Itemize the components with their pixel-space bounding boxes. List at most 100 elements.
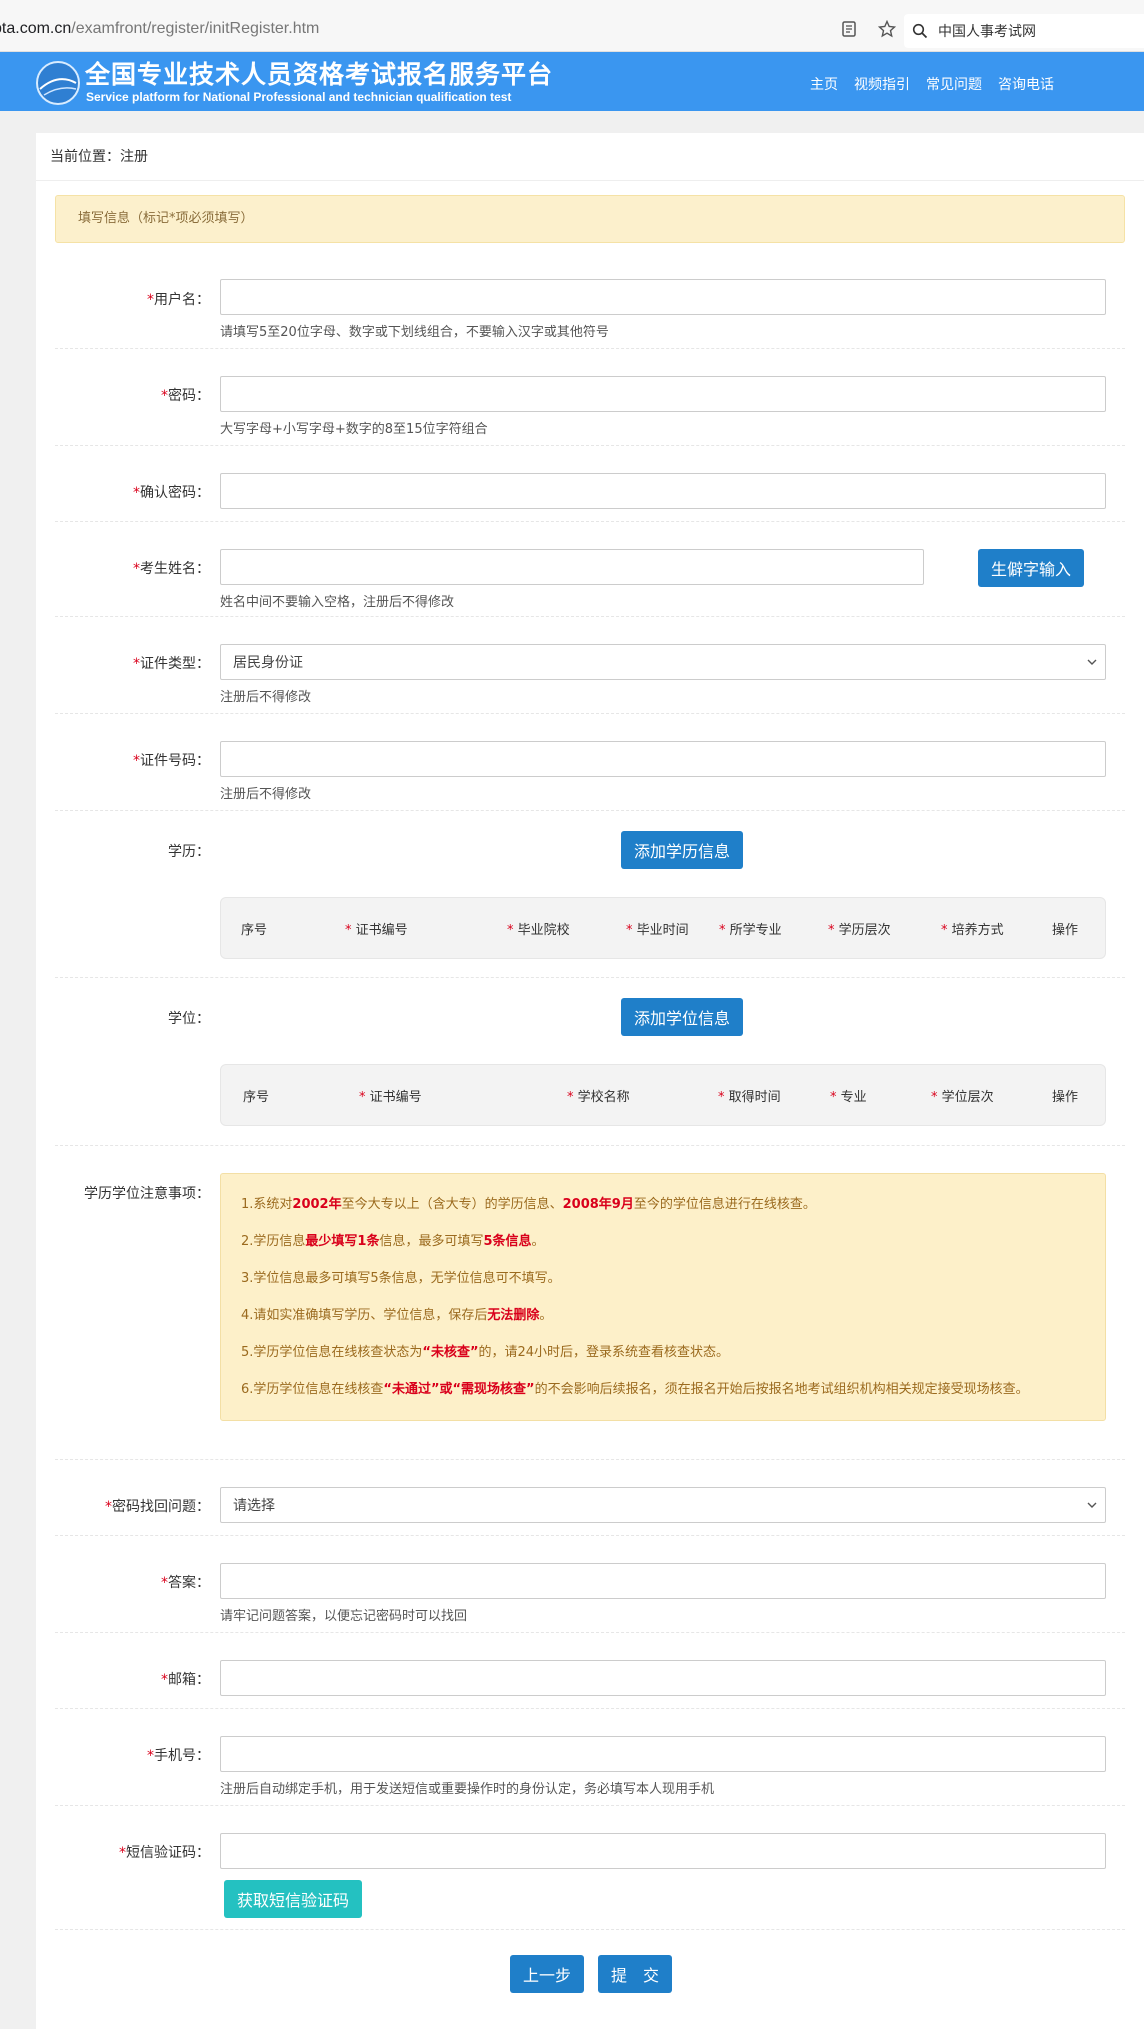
password-input[interactable] <box>220 376 1106 412</box>
edu-col-cert: * 证书编号 <box>345 923 408 938</box>
site-subtitle: Service platform for National Profession… <box>86 90 512 104</box>
confirm-password-label: *确认密码： <box>133 485 210 501</box>
answer-help: 请牢记问题答案，以便忘记密码时可以找回 <box>220 1609 468 1624</box>
answer-label: *答案： <box>161 1575 210 1591</box>
add-education-button[interactable]: 添加学历信息 <box>621 831 743 869</box>
deg-col-cert: * 证书编号 <box>359 1090 422 1105</box>
name-help: 姓名中间不要输入空格，注册后不得修改 <box>220 595 455 610</box>
education-row: 学历： 添加学历信息 序号 * 证书编号 * 毕业院校 * 毕业时间 * 所学专… <box>55 811 1125 978</box>
get-sms-code-button[interactable]: 获取短信验证码 <box>224 1880 362 1918</box>
id-type-select[interactable]: 居民身份证 <box>220 644 1106 680</box>
education-notes-row: 学历学位注意事项： 1.系统对2002年至今大专以上（含大专）的学历信息、200… <box>55 1146 1125 1460</box>
chevron-down-icon <box>1087 1502 1097 1508</box>
phone-label: *手机号： <box>147 1748 210 1764</box>
degree-label: 学位： <box>168 1011 210 1027</box>
edu-col-level: * 学历层次 <box>828 923 891 938</box>
phone-help: 注册后自动绑定手机，用于发送短信或重要操作时的身份认定，务必填写本人现用手机 <box>220 1782 715 1797</box>
answer-input[interactable] <box>220 1563 1106 1599</box>
username-help: 请填写5至20位字母、数字或下划线组合，不要输入汉字或其他符号 <box>220 325 609 340</box>
id-number-row: *证件号码： 注册后不得修改 <box>55 714 1125 811</box>
email-row: *邮箱： <box>55 1633 1125 1709</box>
rare-character-input-button[interactable]: 生僻字输入 <box>978 549 1084 587</box>
id-type-selected: 居民身份证 <box>233 655 303 671</box>
answer-row: *答案： 请牢记问题答案，以便忘记密码时可以找回 <box>55 1536 1125 1633</box>
education-notes-label: 学历学位注意事项： <box>84 1186 210 1202</box>
edu-col-index: 序号 <box>241 923 268 938</box>
id-number-help: 注册后不得修改 <box>220 787 312 802</box>
edu-col-mode: * 培养方式 <box>941 923 1004 938</box>
browser-search-input[interactable]: 中国人事考试网 <box>904 14 1144 48</box>
main-nav: 主页 视频指引 常见问题 咨询电话 <box>810 74 1054 94</box>
edu-col-action: 操作 <box>1052 923 1079 938</box>
deg-col-date: * 取得时间 <box>718 1090 781 1105</box>
bookmark-star-icon[interactable] <box>877 19 897 38</box>
email-label: *邮箱： <box>161 1672 210 1688</box>
site-header: 全国专业技术人员资格考试报名服务平台 Service platform for … <box>0 52 1144 111</box>
security-question-select[interactable]: 请选择 <box>220 1487 1106 1523</box>
education-notes-box: 1.系统对2002年至今大专以上（含大专）的学历信息、2008年9月至今的学位信… <box>220 1173 1106 1421</box>
confirm-password-row: *确认密码： <box>55 446 1125 522</box>
security-question-selected: 请选择 <box>233 1498 275 1514</box>
sms-code-input[interactable] <box>220 1833 1106 1869</box>
prev-step-button[interactable]: 上一步 <box>510 1955 584 1993</box>
id-type-label: *证件类型： <box>133 656 210 672</box>
browser-toolbar: pta.com.cn/examfront/register/initRegist… <box>0 0 1144 52</box>
nav-home[interactable]: 主页 <box>810 74 838 94</box>
main-content: 当前位置：注册 填写信息（标记*项必须填写） *用户名： 请填写5至20位字母、… <box>36 133 1144 2029</box>
form-notice: 填写信息（标记*项必须填写） <box>55 195 1125 243</box>
deg-col-major: * 专业 <box>830 1090 867 1105</box>
note-3: 3.学位信息最多可填写5条信息，无学位信息可不填写。 <box>241 1271 561 1286</box>
sms-code-label: *短信验证码： <box>119 1845 210 1861</box>
nav-hotline[interactable]: 咨询电话 <box>998 74 1054 94</box>
edu-col-grad-date: * 毕业时间 <box>626 923 689 938</box>
name-row: *考生姓名： 生僻字输入 姓名中间不要输入空格，注册后不得修改 <box>55 522 1125 617</box>
submit-button[interactable]: 提 交 <box>598 1955 672 1993</box>
id-number-input[interactable] <box>220 741 1106 777</box>
security-question-row: *密码找回问题： 请选择 <box>55 1460 1125 1536</box>
url-host: pta.com.cn <box>0 20 72 37</box>
phone-input[interactable] <box>220 1736 1106 1772</box>
deg-col-index: 序号 <box>243 1090 270 1105</box>
degree-table-header: 序号 * 证书编号 * 学校名称 * 取得时间 * 专业 * 学位层次 操作 <box>220 1064 1106 1126</box>
name-label: *考生姓名： <box>133 561 210 577</box>
note-6: 6.学历学位信息在线核查“未通过”或“需现场核查”的不会影响后续报名，须在报名开… <box>241 1382 1029 1397</box>
password-row: *密码： 大写字母+小写字母+数字的8至15位字符组合 <box>55 349 1125 446</box>
id-type-help: 注册后不得修改 <box>220 690 312 705</box>
note-5: 5.学历学位信息在线核查状态为“未核查”的，请24小时后，登录系统查看核查状态。 <box>241 1345 730 1360</box>
search-text: 中国人事考试网 <box>938 24 1036 40</box>
breadcrumb: 当前位置：注册 <box>36 133 1144 181</box>
education-label: 学历： <box>168 844 210 860</box>
chevron-down-icon <box>1087 659 1097 665</box>
username-label: *用户名： <box>147 292 210 308</box>
site-title: 全国专业技术人员资格考试报名服务平台 <box>85 60 554 89</box>
add-degree-button[interactable]: 添加学位信息 <box>621 998 743 1036</box>
phone-row: *手机号： 注册后自动绑定手机，用于发送短信或重要操作时的身份认定，务必填写本人… <box>55 1709 1125 1806</box>
id-type-row: *证件类型： 居民身份证 注册后不得修改 <box>55 617 1125 714</box>
nav-video-guide[interactable]: 视频指引 <box>854 74 910 94</box>
sms-code-row: *短信验证码： 获取短信验证码 <box>55 1806 1125 1930</box>
education-table-header: 序号 * 证书编号 * 毕业院校 * 毕业时间 * 所学专业 * 学历层次 * … <box>220 897 1106 959</box>
confirm-password-input[interactable] <box>220 473 1106 509</box>
password-help: 大写字母+小写字母+数字的8至15位字符组合 <box>220 422 488 437</box>
security-question-label: *密码找回问题： <box>105 1499 210 1515</box>
email-input[interactable] <box>220 1660 1106 1696</box>
search-icon <box>912 23 928 39</box>
username-row: *用户名： 请填写5至20位字母、数字或下划线组合，不要输入汉字或其他符号 <box>55 253 1125 349</box>
deg-col-action: 操作 <box>1052 1090 1079 1105</box>
nav-faq[interactable]: 常见问题 <box>926 74 982 94</box>
edu-col-school: * 毕业院校 <box>507 923 570 938</box>
address-bar[interactable]: pta.com.cn/examfront/register/initRegist… <box>0 20 326 38</box>
edu-col-major: * 所学专业 <box>719 923 782 938</box>
note-1: 1.系统对2002年至今大专以上（含大专）的学历信息、2008年9月至今的学位信… <box>241 1197 816 1212</box>
pta-logo-icon <box>36 61 80 105</box>
url-path: /examfront/register/initRegister.htm <box>71 20 320 37</box>
id-number-label: *证件号码： <box>133 753 210 769</box>
deg-col-level: * 学位层次 <box>931 1090 994 1105</box>
note-4: 4.请如实准确填写学历、学位信息，保存后无法删除。 <box>241 1308 553 1323</box>
reader-mode-icon[interactable] <box>840 20 858 38</box>
name-input[interactable] <box>220 549 924 585</box>
degree-row: 学位： 添加学位信息 序号 * 证书编号 * 学校名称 * 取得时间 * 专业 … <box>55 978 1125 1146</box>
deg-col-school: * 学校名称 <box>567 1090 630 1105</box>
password-label: *密码： <box>161 388 210 404</box>
username-input[interactable] <box>220 279 1106 315</box>
